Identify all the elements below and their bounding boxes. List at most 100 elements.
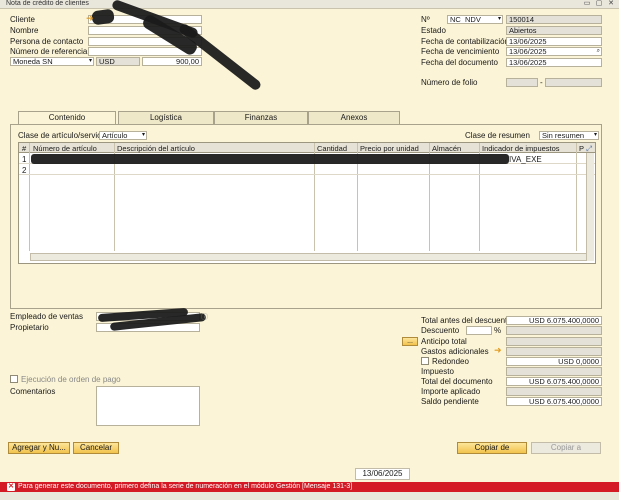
table-header: # Número de artículo Descripción del art… [19,143,595,153]
redondeo-label: Redondeo [432,357,469,366]
persona-contacto-label: Persona de contacto [10,37,84,46]
anticipo-label: Anticipo total [421,337,467,346]
fecha-doc-label: Fecha del documento [421,58,498,67]
gastos-label: Gastos adicionales [421,347,489,356]
table-row[interactable]: 2 [19,165,595,175]
importe-field [506,387,602,396]
redaction-mark [31,154,509,164]
empleado-label: Empleado de ventas [10,312,83,321]
comentarios-textarea[interactable] [96,386,200,426]
status-message: Para generar este documento, primero def… [18,483,353,490]
link-arrow-icon[interactable]: ➜ [494,345,502,356]
referencia-label: Número de referencia c [10,47,94,56]
cliente-label: Cliente [10,15,35,24]
propietario-label: Propietario [10,323,49,332]
gastos-field [506,347,602,356]
anticipo-browse-button[interactable]: ... [402,337,418,346]
search-icon[interactable]: ⌕ [597,48,600,55]
column-header[interactable]: Descripción del artículo [117,144,195,153]
folio-prefix-field [506,78,538,87]
total-antes-label: Total antes del descuento [421,316,512,325]
cancel-button[interactable]: Cancelar [73,442,119,454]
row-number: 2 [22,166,27,175]
chevron-down-icon: ▾ [497,16,501,22]
clase-label: Clase de artículo/servicio [18,131,108,140]
ejecucion-label: Ejecución de orden de pago [21,375,121,384]
impuesto-field [506,367,602,376]
close-icon[interactable]: ✕ [606,0,616,8]
link-arrow-icon[interactable]: ➜ [86,13,94,24]
column-header[interactable]: Almacén [432,144,461,153]
info-icon[interactable]: ⓘ [201,312,208,322]
minimize-icon[interactable]: ▭ [582,0,592,8]
folio-number-field [545,78,602,87]
copiar-de-button[interactable]: Copiar de [457,442,527,454]
vertical-scrollbar[interactable] [586,153,594,261]
series-value: NC_NDV [450,15,481,24]
tab-logistica[interactable]: Logística [118,111,214,124]
descuento-label: Descuento [421,326,460,335]
items-table[interactable]: # Número de artículo Descripción del art… [18,142,596,264]
fecha-venc-value: 13/06/2025 [509,47,547,56]
total-doc-field: USD 6.075.400,0000 [506,377,602,386]
descuento-percent-field[interactable] [466,326,492,335]
tax-indicator: IVA_EXE [509,155,542,164]
fecha-contab-field[interactable]: 13/06/2025 [506,37,602,46]
fecha-contab-label: Fecha de contabilización [421,37,510,46]
status-date: 13/06/2025 [355,468,410,480]
error-status-bar: ✕ Para generar este documento, primero d… [0,482,619,492]
fecha-venc-label: Fecha de vencimiento [421,47,500,56]
chevron-down-icon: ▾ [593,132,597,138]
redondeo-checkbox[interactable] [421,357,429,365]
doc-number-field: 150014 [506,15,602,24]
fecha-doc-field[interactable]: 13/06/2025 [506,58,602,67]
saldo-label: Saldo pendiente [421,397,479,406]
window-titlebar: Nota de crédito de clientes ▭ ▢ ✕ [0,0,619,9]
column-header[interactable]: Cantidad [317,144,347,153]
comentarios-label: Comentarios [10,387,56,396]
fecha-venc-field[interactable]: 13/06/2025 ⌕ [506,47,602,56]
moneda-select[interactable]: Moneda SN ▾ [10,57,94,66]
importe-label: Importe aplicado [421,387,481,396]
clase-value: Artículo [102,131,128,140]
column-header[interactable]: Precio por unidad [360,144,419,153]
redondeo-field: USD 0,0000 [506,357,602,366]
series-select[interactable]: NC_NDV ▾ [447,15,503,24]
ejecucion-checkbox[interactable] [10,375,18,383]
descuento-amount-field [506,326,602,335]
total-doc-label: Total del documento [421,377,493,386]
chevron-down-icon: ▾ [141,132,145,138]
nombre-label: Nombre [10,26,39,35]
tab-anexos[interactable]: Anexos [308,111,400,124]
currency-field: USD [96,57,140,66]
impuesto-label: Impuesto [421,367,454,376]
taskbar-strip [0,492,619,500]
maximize-icon[interactable]: ▢ [594,0,604,8]
column-header[interactable]: # [22,144,26,153]
tab-finanzas[interactable]: Finanzas [214,111,308,124]
no-label: Nº [421,15,430,24]
column-header[interactable]: P [579,144,584,153]
agregar-nuevo-button[interactable]: Agregar y Nu... [8,442,70,454]
estado-label: Estado [421,26,446,35]
amount-field[interactable]: 900,00 [142,57,202,66]
resumen-label: Clase de resumen [465,131,530,140]
clase-select[interactable]: Artículo ▾ [99,131,147,140]
saldo-field: USD 6.075.400,0000 [506,397,602,406]
column-header[interactable]: Indicador de impuestos [482,144,560,153]
total-antes-field: USD 6.075.400,0000 [506,316,602,325]
column-header[interactable]: Número de artículo [33,144,97,153]
anticipo-field [506,337,602,346]
estado-field: Abiertos [506,26,602,35]
folio-separator: - [540,78,543,87]
row-number: 1 [22,155,27,164]
window-title: Nota de crédito de clientes [6,0,89,7]
resumen-select[interactable]: Sin resumen ▾ [539,131,599,140]
folio-label: Número de folio [421,78,478,87]
copiar-a-button[interactable]: Copiar a [531,442,601,454]
chevron-down-icon: ▾ [88,58,92,64]
horizontal-scrollbar[interactable] [30,253,588,261]
resumen-value: Sin resumen [542,131,585,140]
percent-sign: % [494,326,502,335]
tab-contenido[interactable]: Contenido [18,111,116,125]
